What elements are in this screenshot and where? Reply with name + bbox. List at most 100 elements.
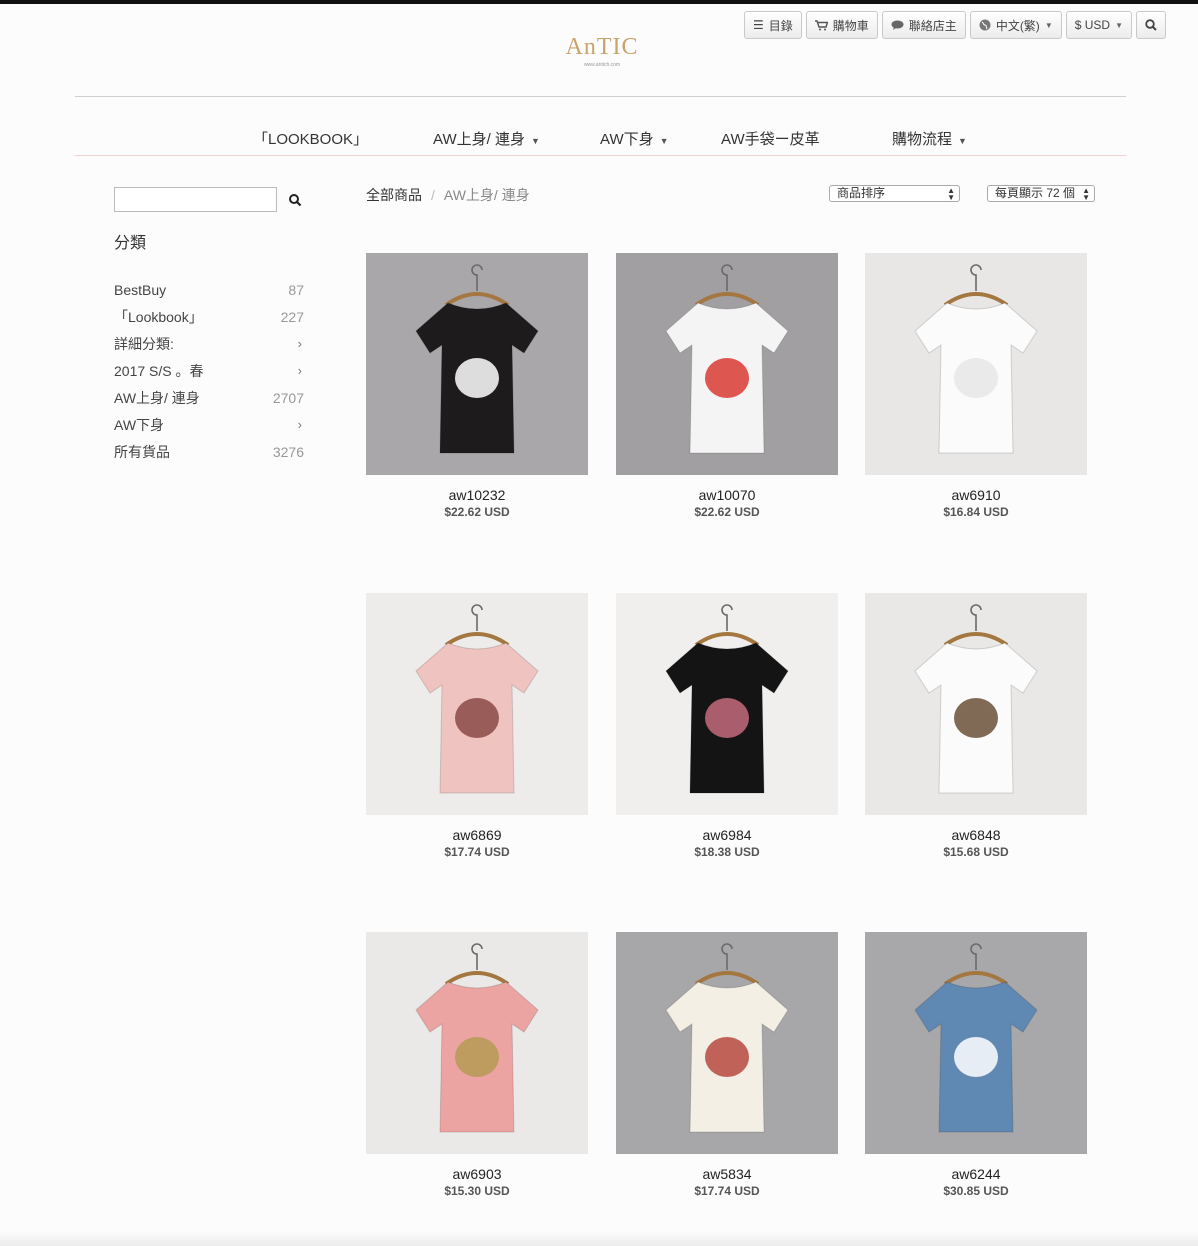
cart-button-label: 購物車 xyxy=(832,18,869,33)
product-card[interactable]: aw6910 $16.84 USD xyxy=(865,253,1087,519)
chevron-right-icon: › xyxy=(297,363,302,378)
nav-item-aw-bags[interactable]: AW手袋ー皮革 xyxy=(721,128,820,149)
store-logo[interactable]: AnTIC www.antich.com xyxy=(560,34,644,74)
top-toolbar: ☰ 目錄 購物車 聯絡店主 中文(繁) ▼ $ USD ▼ xyxy=(744,11,1166,39)
caret-down-icon: ▼ xyxy=(958,136,967,146)
select-arrows-icon: ▲ ▼ xyxy=(947,186,955,202)
product-card[interactable]: aw10070 $22.62 USD xyxy=(616,253,838,519)
black-tee-image[interactable] xyxy=(616,593,838,815)
garment-print xyxy=(455,358,499,398)
category-label: 所有貨品 xyxy=(114,444,170,460)
category-count: 2707 xyxy=(272,390,304,406)
product-card[interactable]: aw6984 $18.38 USD xyxy=(616,593,838,859)
category-label: 詳細分類: xyxy=(114,336,174,352)
garment-print xyxy=(455,1037,499,1077)
product-name[interactable]: aw5834 xyxy=(616,1166,838,1182)
sidebar: 分類 BestBuy 87 「Lookbook」 227 詳細分類: › 2017 S… xyxy=(114,187,304,470)
print-shirt-image[interactable] xyxy=(616,253,838,475)
product-photo xyxy=(865,593,1087,815)
product-card[interactable]: aw5834 $17.74 USD xyxy=(616,932,838,1198)
category-heading: 分類 xyxy=(114,235,147,252)
garment-print xyxy=(954,1037,998,1077)
nav-item-label: AW手袋ー皮革 xyxy=(721,131,820,148)
product-price: $17.74 USD xyxy=(444,845,510,859)
sort-select[interactable]: 商品排序 ▲ ▼ xyxy=(829,185,960,202)
sort-select-label: 商品排序 xyxy=(837,186,886,200)
garment-print xyxy=(705,698,749,738)
menu-button[interactable]: ☰ 目錄 xyxy=(744,11,802,39)
category-item-aw-tops[interactable]: AW上身/ 連身 2707 xyxy=(114,389,304,416)
category-item-aw-bottoms[interactable]: AW下身 › xyxy=(114,416,304,443)
main-nav: 「LOOKBOOK」 AW上身/ 連身 ▼ AW下身 ▼ AW手袋ー皮革 購物流程 ▼ xyxy=(75,122,1126,156)
sidebar-search-input[interactable] xyxy=(114,187,277,212)
garment-print xyxy=(455,698,499,738)
white-tee-image[interactable] xyxy=(865,253,1087,475)
nav-item-lookbook[interactable]: 「LOOKBOOK」 xyxy=(253,128,368,149)
search-button[interactable] xyxy=(1136,11,1166,39)
nav-item-shopping-process[interactable]: 購物流程 ▼ xyxy=(892,128,967,149)
breadcrumb-separator: / xyxy=(431,187,435,203)
nav-item-label: AW上身/ 連身 xyxy=(433,131,525,148)
header-divider xyxy=(75,96,1126,97)
search-icon[interactable] xyxy=(288,193,302,207)
product-name[interactable]: aw6244 xyxy=(865,1166,1087,1182)
product-name[interactable]: aw10070 xyxy=(616,487,838,503)
nav-item-aw-tops[interactable]: AW上身/ 連身 ▼ xyxy=(433,128,540,149)
product-name[interactable]: aw10232 xyxy=(366,487,588,503)
product-card[interactable]: aw6848 $15.68 USD xyxy=(865,593,1087,859)
nav-item-aw-bottoms[interactable]: AW下身 ▼ xyxy=(600,128,669,149)
category-label: AW上身/ 連身 xyxy=(114,390,200,406)
smiley-tee-image[interactable] xyxy=(366,932,588,1154)
product-photo xyxy=(366,253,588,475)
product-card[interactable]: aw10232 $22.62 USD xyxy=(366,253,588,519)
garment-print xyxy=(705,358,749,398)
product-name[interactable]: aw6984 xyxy=(616,827,838,843)
product-photo xyxy=(865,253,1087,475)
product-price: $17.74 USD xyxy=(694,1184,760,1198)
product-card[interactable]: aw6903 $15.30 USD xyxy=(366,932,588,1198)
page-bottom-edge xyxy=(0,1232,1198,1246)
floral-dress-image[interactable] xyxy=(366,253,588,475)
product-price: $15.68 USD xyxy=(943,845,1009,859)
product-card[interactable]: aw6244 $30.85 USD xyxy=(865,932,1087,1198)
logo-url: www.antich.com xyxy=(583,62,621,68)
product-name[interactable]: aw6869 xyxy=(366,827,588,843)
bear-tee-image[interactable] xyxy=(865,593,1087,815)
garment-print xyxy=(954,358,998,398)
nav-item-label: 「LOOKBOOK」 xyxy=(253,131,369,148)
cart-button[interactable]: 購物車 xyxy=(805,11,878,39)
category-item-details[interactable]: 詳細分類: › xyxy=(114,335,304,362)
category-label: BestBuy xyxy=(114,282,167,298)
contact-button-label: 聯絡店主 xyxy=(908,18,957,33)
category-label: AW下身 xyxy=(114,417,165,433)
caret-down-icon: ▼ xyxy=(659,136,669,146)
per-page-select[interactable]: 每頁顯示 72 個 ▲ ▼ xyxy=(987,185,1095,202)
cart-icon xyxy=(814,19,828,30)
category-item-bestbuy[interactable]: BestBuy 87 xyxy=(114,281,304,308)
product-card[interactable]: aw6869 $17.74 USD xyxy=(366,593,588,859)
select-arrows-icon: ▲ ▼ xyxy=(1082,186,1090,202)
currency-dropdown[interactable]: $ USD ▼ xyxy=(1065,11,1132,39)
product-photo xyxy=(366,593,588,815)
language-dropdown[interactable]: 中文(繁) ▼ xyxy=(969,11,1062,39)
product-name[interactable]: aw6903 xyxy=(366,1166,588,1182)
product-name[interactable]: aw6910 xyxy=(865,487,1087,503)
pink-tee-image[interactable] xyxy=(366,593,588,815)
currency-label: $ USD xyxy=(1074,18,1111,32)
nav-item-label: AW下身 xyxy=(600,131,654,148)
breadcrumb-root-link[interactable]: 全部商品 xyxy=(366,187,422,203)
denim-dress-image[interactable] xyxy=(865,932,1087,1154)
category-item-2017-ss[interactable]: 2017 S/S 。春 › xyxy=(114,362,304,389)
globe-icon xyxy=(979,19,991,31)
product-photo xyxy=(616,593,838,815)
category-item-lookbook[interactable]: 「Lookbook」 227 xyxy=(114,308,304,335)
contact-button[interactable]: 聯絡店主 xyxy=(881,11,966,39)
breadcrumb-current: AW上身/ 連身 xyxy=(443,187,530,203)
floral-blouse-image[interactable] xyxy=(616,932,838,1154)
category-label: 2017 S/S 。春 xyxy=(114,363,204,379)
product-name[interactable]: aw6848 xyxy=(865,827,1087,843)
category-label: 「Lookbook」 xyxy=(114,309,203,325)
chevron-down-icon: ▼ xyxy=(1115,20,1123,30)
search-icon xyxy=(1145,19,1157,31)
category-item-all[interactable]: 所有貨品 3276 xyxy=(114,443,304,470)
